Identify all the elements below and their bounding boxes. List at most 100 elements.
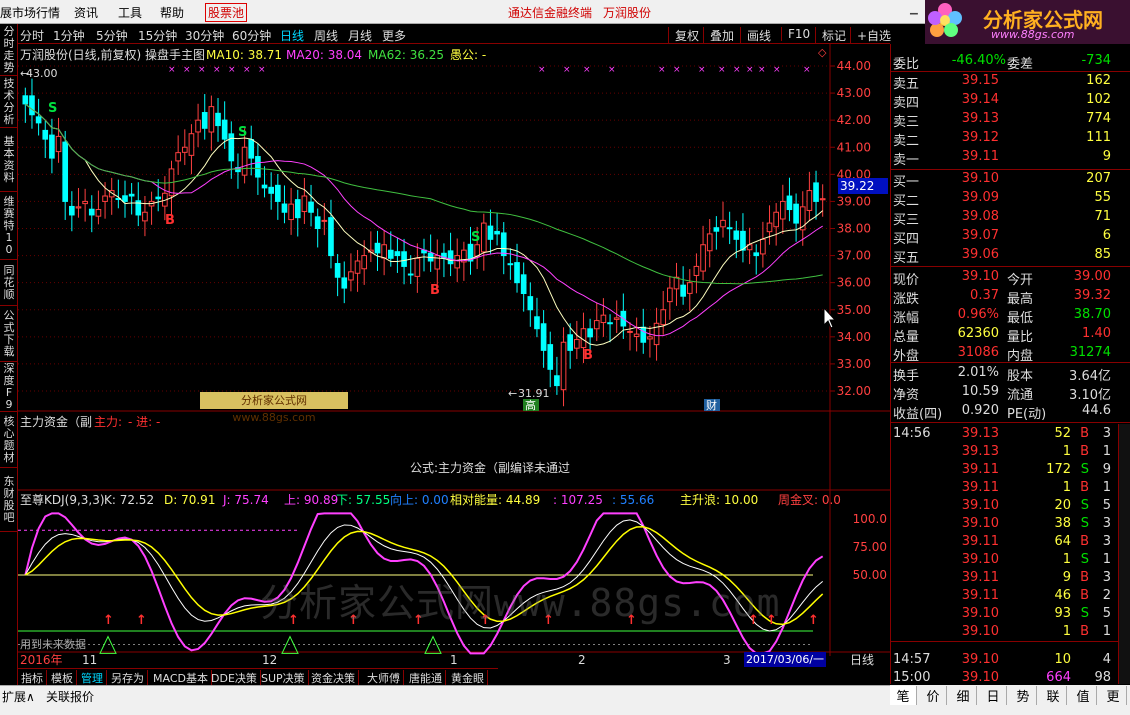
indicator-tab-7[interactable]: 资金决策 (308, 670, 359, 686)
badge-0[interactable]: 高 (525, 398, 536, 412)
stat-value: 0.96% (957, 307, 999, 322)
signal-x-mark: × (183, 65, 191, 75)
left-tab-3[interactable]: 维赛特10 (0, 192, 18, 260)
period-6[interactable]: 日线 (280, 27, 304, 44)
quote-tab-3[interactable]: 日 (980, 686, 1007, 705)
candle-body (454, 255, 461, 269)
candle-body (786, 195, 793, 211)
quote-scrollbar[interactable] (1118, 424, 1130, 684)
fund-row: 收益(四) 0.920 PE(动) 44.6 (891, 402, 1130, 422)
ask-price: 39.13 (961, 111, 999, 126)
tick-row: 39.11 1 B 1 (891, 479, 1130, 497)
left-tab-6[interactable]: 深度F9 (0, 362, 18, 412)
tick-bs: B (1080, 426, 1089, 441)
indicator-tab-6[interactable]: SUP决策 (258, 670, 309, 686)
bid-vol: 207 (1086, 171, 1111, 186)
stat-value-2: 39.32 (1073, 288, 1111, 303)
period-toolbar: 分时 1分钟 5分钟 15分钟 30分钟 60分钟 日线 周线 月线 更多 复权 叠加 画线 F10 标记 +… (18, 24, 891, 44)
candle-body (766, 222, 773, 233)
left-tab-8[interactable]: 东财股吧 (0, 468, 18, 532)
badge-1[interactable]: 财 (706, 398, 717, 412)
candle-body (793, 203, 799, 224)
candle-body (779, 200, 786, 220)
quote-tab-4[interactable]: 势 (1010, 686, 1037, 705)
legend-item-4: 愚公: - (450, 48, 486, 62)
kdj-up-arrow-icon: ↑ (103, 613, 114, 628)
quote-tab-7[interactable]: 更 (1100, 686, 1127, 705)
toolbar-btn-5[interactable]: +自选 (850, 27, 897, 44)
menu-tools[interactable]: 工具 (118, 4, 142, 21)
candle-body (487, 225, 494, 240)
expand-button[interactable]: 扩展∧ (2, 688, 35, 705)
signal-x-mark: × (803, 65, 811, 75)
period-3[interactable]: 15分钟 (138, 27, 177, 44)
indicator-tab-3[interactable]: 另存为 (108, 670, 148, 686)
link-stock-name[interactable]: 万润股份 (603, 4, 651, 21)
candle-body (520, 274, 527, 295)
indicator-tab-9[interactable]: 唐能通 (406, 670, 446, 686)
quote-tab-2[interactable]: 细 (950, 686, 977, 705)
period-9[interactable]: 更多 (382, 27, 406, 44)
svg-text:←: ← (508, 387, 517, 400)
toolbar-btn-2[interactable]: 画线 (740, 27, 777, 44)
period-8[interactable]: 月线 (348, 27, 372, 44)
menu-news[interactable]: 资讯 (74, 4, 98, 21)
indicator-tab-0[interactable]: 指标 (18, 670, 47, 686)
toolbar-btn-1[interactable]: 叠加 (703, 27, 740, 44)
fund-row: 净资 10.59 流通 3.10亿 (891, 383, 1130, 403)
bid-price: 39.06 (961, 247, 999, 262)
period-0[interactable]: 分时 (20, 27, 44, 44)
period-5[interactable]: 60分钟 (232, 27, 271, 44)
tick-price: 39.10 (961, 498, 999, 513)
period-4[interactable]: 30分钟 (185, 27, 224, 44)
diamond-icon[interactable]: ◇ (818, 46, 827, 59)
minimize-icon[interactable]: ▁ (910, 4, 918, 15)
signal-x-mark: × (228, 65, 236, 75)
left-tab-5[interactable]: 公式下载 (0, 306, 18, 362)
sub1-title: 主力资金（副 (20, 414, 92, 429)
link-terminal[interactable]: 通达信金融终端 (508, 4, 592, 21)
fund-value: 0.920 (961, 403, 999, 418)
toolbar-btn-3[interactable]: F10 (781, 27, 816, 41)
candle-body (760, 238, 766, 255)
indicator-tab-4[interactable]: MACD基本 (150, 670, 212, 686)
left-tab-4[interactable]: 同花顺 (0, 260, 18, 306)
ask-price: 39.14 (961, 92, 999, 107)
tick-vol: 20 (1054, 498, 1071, 513)
signal-buy-mark: B (583, 348, 593, 363)
period-2[interactable]: 5分钟 (96, 27, 128, 44)
y-tick: 39.00 (837, 194, 871, 208)
left-tab-1[interactable]: 技术分析 (0, 76, 18, 128)
quote-tab-0[interactable]: 笔 (890, 686, 917, 705)
quote-tab-5[interactable]: 联 (1040, 686, 1067, 705)
menu-help[interactable]: 帮助 (160, 4, 184, 21)
toolbar-btn-4[interactable]: 标记 (815, 27, 852, 44)
bid-row: 买三 39.08 71 (891, 208, 1130, 228)
left-tab-2[interactable]: 基本资料 (0, 128, 18, 192)
quote-tab-6[interactable]: 值 (1070, 686, 1097, 705)
indicator-tab-2[interactable]: 管理 (78, 670, 107, 686)
tick-row: 39.13 1 B 1 (891, 443, 1130, 461)
quote-tab-1[interactable]: 价 (920, 686, 947, 705)
bid-label: 买四 (893, 232, 920, 247)
left-tab-0[interactable]: 分时走势 (0, 24, 18, 76)
period-1[interactable]: 1分钟 (53, 27, 85, 44)
kdj-y-tick: 75.00 (853, 540, 887, 554)
related-quote-button[interactable]: 关联报价 (46, 688, 94, 705)
bid-label: 买三 (893, 213, 920, 228)
menu-stock-pool[interactable]: 股票池 (205, 3, 248, 22)
toolbar-btn-0[interactable]: 复权 (668, 27, 705, 44)
kdj-legend-9: : 55.66 (612, 493, 654, 507)
indicator-tab-8[interactable]: 大师傅 (364, 670, 404, 686)
indicator-tab-1[interactable]: 模板 (48, 670, 77, 686)
tick-price: 39.10 (961, 670, 999, 685)
indicator-tab-5[interactable]: DDE决策 (208, 670, 261, 686)
menu-market[interactable]: 展市场行情 (0, 4, 60, 21)
kdj-legend-7: 相对能量: 44.89 (450, 493, 540, 507)
period-7[interactable]: 周线 (314, 27, 338, 44)
tick-price: 39.10 (961, 552, 999, 567)
ask-row: 卖四 39.14 102 (891, 91, 1130, 111)
indicator-tab-10[interactable]: 黄金眼 (448, 670, 488, 686)
signal-x-mark: × (563, 65, 571, 75)
left-tab-7[interactable]: 核心题材 (0, 412, 18, 468)
